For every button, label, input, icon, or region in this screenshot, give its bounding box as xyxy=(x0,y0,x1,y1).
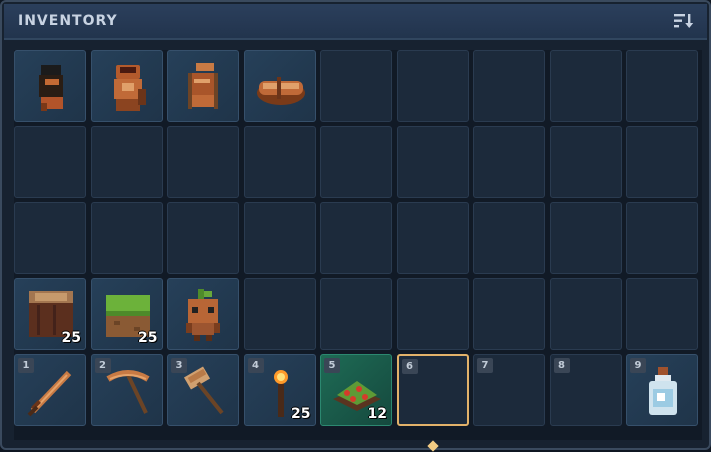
item-count: 25 xyxy=(61,330,81,346)
backpack-frame-icon xyxy=(188,63,218,109)
potion-bottle-icon xyxy=(649,367,677,415)
inventory-slot[interactable] xyxy=(167,202,239,274)
inventory-slot[interactable] xyxy=(396,126,469,198)
inventory-slot[interactable] xyxy=(167,126,239,198)
hotbar-slot-6[interactable]: 6 xyxy=(396,354,469,426)
inventory-slot[interactable] xyxy=(90,50,163,122)
inventory-slot[interactable] xyxy=(396,278,469,350)
hotbar-key-label: 7 xyxy=(477,358,493,373)
inventory-slot[interactable]: 25 xyxy=(14,278,86,350)
inventory-slot[interactable] xyxy=(473,50,545,122)
backpack-copper-icon xyxy=(113,65,146,111)
inventory-slot[interactable] xyxy=(320,126,392,198)
inventory-slot[interactable] xyxy=(473,126,545,198)
item-count: 25 xyxy=(138,330,158,346)
copper-pickaxe-icon xyxy=(105,370,150,414)
hotbar-slot-5[interactable]: 5 12 xyxy=(320,354,392,426)
inventory-slot[interactable] xyxy=(626,126,698,198)
copper-hammer-icon xyxy=(183,366,224,415)
inventory-title: INVENTORY xyxy=(18,13,118,29)
inventory-slot[interactable] xyxy=(90,126,163,198)
inventory-slot[interactable] xyxy=(14,202,86,274)
copper-sword-icon xyxy=(27,370,72,417)
hotbar-slot-8[interactable]: 8 xyxy=(549,354,622,426)
hotbar-slot-4[interactable]: 4 25 xyxy=(243,354,316,426)
inventory-slot[interactable] xyxy=(14,126,86,198)
inventory-header: INVENTORY xyxy=(4,4,707,40)
inventory-slot[interactable] xyxy=(473,202,545,274)
inventory-slot[interactable] xyxy=(90,202,163,274)
inventory-slot[interactable] xyxy=(320,50,392,122)
inventory-slot[interactable] xyxy=(626,202,698,274)
hotbar-key-label: 8 xyxy=(553,358,570,373)
hotbar-slot-7[interactable]: 7 xyxy=(473,354,545,426)
inventory-slot[interactable] xyxy=(243,278,316,350)
sapling-creature-icon xyxy=(186,289,220,341)
inventory-slot[interactable] xyxy=(626,278,698,350)
inventory-slot[interactable] xyxy=(320,278,392,350)
inventory-slot[interactable] xyxy=(167,278,239,350)
inventory-slot[interactable] xyxy=(14,50,86,122)
sort-icon xyxy=(674,14,694,28)
hotbar-slot-9[interactable]: 9 xyxy=(626,354,698,426)
inventory-panel: INVENTORY 25 25 1 2 3 4 25 5 12 6 7 8 9 xyxy=(0,0,711,452)
inventory-slot[interactable] xyxy=(396,50,469,122)
inventory-slot[interactable] xyxy=(320,202,392,274)
inventory-slot[interactable] xyxy=(549,202,622,274)
inventory-grid: 25 25 1 2 3 4 25 5 12 6 7 8 9 xyxy=(14,50,702,440)
inventory-slot[interactable] xyxy=(243,202,316,274)
inventory-slot[interactable] xyxy=(243,50,316,122)
inventory-slot[interactable] xyxy=(549,278,622,350)
hotbar-slot-3[interactable]: 3 xyxy=(167,354,239,426)
inventory-slot[interactable] xyxy=(626,50,698,122)
inventory-slot[interactable] xyxy=(549,50,622,122)
hotbar-slot-1[interactable]: 1 xyxy=(14,354,86,426)
hotbar-key-label: 6 xyxy=(401,359,418,374)
inventory-slot[interactable] xyxy=(549,126,622,198)
inventory-slot[interactable]: 25 xyxy=(90,278,163,350)
backpack-dark-icon xyxy=(39,65,63,111)
sort-button[interactable] xyxy=(673,11,695,31)
item-count: 12 xyxy=(367,406,387,422)
inventory-slot[interactable] xyxy=(167,50,239,122)
inventory-slot[interactable] xyxy=(243,126,316,198)
inventory-slot[interactable] xyxy=(473,278,545,350)
bedroll-icon xyxy=(256,77,305,105)
item-count: 25 xyxy=(291,406,311,422)
hotbar-slot-2[interactable]: 2 xyxy=(90,354,163,426)
inventory-slot[interactable] xyxy=(396,202,469,274)
